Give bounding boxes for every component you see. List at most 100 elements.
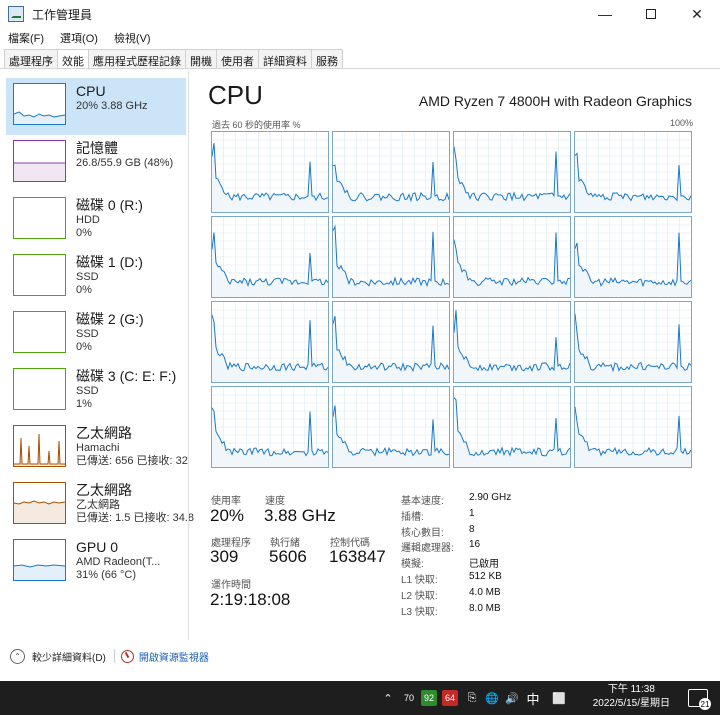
logical-processor-graph <box>332 131 450 213</box>
close-button[interactable]: ✕ <box>674 0 720 28</box>
sidebar-item-ethernet[interactable]: 乙太網路 乙太網路 已傳送: 1.5 已接收: 34.8 <box>6 477 194 534</box>
menu-options[interactable]: 選項(O) <box>52 28 106 48</box>
sidebar-item-line2: 已傳送: 1.5 已接收: 34.8 <box>76 512 194 524</box>
footer-separator <box>113 649 115 663</box>
tab-processes[interactable]: 處理程序 <box>4 49 58 69</box>
ime-mode-icon[interactable]: ⬜ <box>552 690 566 706</box>
sidebar-item-line2: 已傳送: 656 已接收: 32 <box>76 455 188 467</box>
sidebar-item-line1: SSD <box>76 271 99 283</box>
logical-processor-graphs <box>211 131 695 469</box>
spec-label: L2 快取: <box>401 590 438 602</box>
notification-count: 21 <box>699 698 711 710</box>
clock-date: 2022/5/15/星期日 <box>592 698 670 709</box>
sidebar-thumbnail-graph <box>13 254 66 296</box>
maximize-button[interactable] <box>628 0 674 28</box>
spec-value: 512 KB <box>469 571 502 582</box>
sidebar-item-line1: Hamachi <box>76 442 120 454</box>
sidebar-item-text: 乙太網路 Hamachi 已傳送: 656 已接收: 32 <box>76 425 188 468</box>
tab-details[interactable]: 詳細資料 <box>258 49 312 69</box>
logical-processor-graph <box>211 301 329 383</box>
sidebar-item-disk-0[interactable]: 磁碟 0 (R:) HDD 0% <box>6 192 186 249</box>
handles-value: 163847 <box>329 547 386 566</box>
sidebar-item-title: CPU <box>76 83 106 99</box>
sidebar-thumbnail-graph <box>13 368 66 410</box>
spec-label: 邏輯處理器: <box>401 543 454 555</box>
logical-processor-graph <box>574 216 692 298</box>
tray-badge-70[interactable]: 70 <box>401 690 417 706</box>
sidebar-item-line2: 0% <box>76 284 92 296</box>
tab-strip: 處理程序 效能 應用程式歷程記錄 開機 使用者 詳細資料 服務 <box>4 49 343 70</box>
chevron-up-icon[interactable]: ⌃ <box>10 648 25 664</box>
spec-label: L1 快取: <box>401 575 438 586</box>
tab-users[interactable]: 使用者 <box>216 49 259 69</box>
tab-startup[interactable]: 開機 <box>185 49 217 69</box>
sidebar-item-text: CPU 20% 3.88 GHz <box>76 83 148 113</box>
logical-processor-graph <box>574 131 692 213</box>
resource-monitor-icon[interactable] <box>120 649 134 663</box>
menu-view[interactable]: 檢視(V) <box>106 28 159 48</box>
sidebar-item-title: 磁碟 3 (C: E: F:) <box>76 368 177 384</box>
sidebar-thumbnail-graph <box>13 83 66 125</box>
sidebar-thumbnail-graph <box>13 197 66 239</box>
graph-max-label: 100% <box>669 118 693 128</box>
title-bar: 工作管理員 — ✕ <box>0 0 720 28</box>
sidebar-item-line1: SSD <box>76 328 99 340</box>
notification-icon[interactable]: 21 <box>688 689 711 710</box>
footer: ⌃ 較少詳細資料(D) 開啟資源監視器 <box>0 643 720 669</box>
sidebar-item-gpu-0[interactable]: GPU 0 AMD Radeon(T... 31% (66 °C) <box>6 534 186 591</box>
logical-processor-graph <box>574 386 692 468</box>
sidebar-item-text: 磁碟 1 (D:) SSD 0% <box>76 254 143 297</box>
sidebar-item-line2: 31% (66 °C) <box>76 569 137 581</box>
volume-icon[interactable]: 🔊 <box>505 690 519 706</box>
spec-value: 1 <box>469 507 475 519</box>
sidebar-item-title: 磁碟 2 (G:) <box>76 311 144 327</box>
sidebar-thumbnail-graph <box>13 482 66 524</box>
sidebar-item-line2: 0% <box>76 341 92 353</box>
sidebar-item-text: 記憶體 26.8/55.9 GB (48%) <box>76 140 173 170</box>
spec-value: 8 <box>469 523 475 535</box>
graph-caption: 過去 60 秒的使用率 % <box>212 120 301 130</box>
tray-badge-92[interactable]: 92 <box>421 690 437 706</box>
sidebar-item-line2: 1% <box>76 398 92 410</box>
sidebar-thumbnail-graph <box>13 539 66 581</box>
menu-file[interactable]: 檔案(F) <box>0 28 52 48</box>
sidebar-item-ethernet-hamachi[interactable]: 乙太網路 Hamachi 已傳送: 656 已接收: 32 <box>6 420 188 477</box>
spec-value: 2.90 GHz <box>469 492 512 503</box>
tray-badge-64[interactable]: 64 <box>442 690 458 706</box>
pane-divider <box>188 70 189 640</box>
sidebar-item-title: 磁碟 1 (D:) <box>76 254 143 270</box>
fewer-details-link[interactable]: 較少詳細資料(D) <box>32 649 106 664</box>
logical-processor-graph <box>332 386 450 468</box>
sidebar-thumbnail-graph <box>13 311 66 353</box>
open-resource-monitor-link[interactable]: 開啟資源監視器 <box>139 649 209 664</box>
printer-icon[interactable]: ⎘ <box>465 690 479 706</box>
sidebar-item-title: 乙太網路 <box>76 482 132 498</box>
tab-services[interactable]: 服務 <box>311 49 343 69</box>
sidebar-item-line1: AMD Radeon(T... <box>76 556 161 568</box>
ime-indicator[interactable]: 中 <box>525 690 541 707</box>
sidebar-item-text: 磁碟 0 (R:) HDD 0% <box>76 197 143 240</box>
sidebar-item-disk-1[interactable]: 磁碟 1 (D:) SSD 0% <box>6 249 186 306</box>
spec-value: 8.0 MB <box>469 602 501 614</box>
sidebar-item-line1: HDD <box>76 214 100 226</box>
logical-processor-graph <box>453 301 571 383</box>
sidebar-item-memory[interactable]: 記憶體 26.8/55.9 GB (48%) <box>6 135 186 192</box>
window-title: 工作管理員 <box>32 7 93 22</box>
taskbar-clock[interactable]: 下午 11:38 2022/5/15/星期日 <box>593 683 670 711</box>
chevron-up-icon[interactable]: ⌃ <box>382 690 394 706</box>
sidebar-thumbnail-graph <box>13 140 66 182</box>
globe-icon[interactable]: 🌐 <box>485 690 499 706</box>
sidebar-item-title: GPU 0 <box>76 539 119 555</box>
tab-app-history[interactable]: 應用程式歷程記錄 <box>88 49 186 69</box>
tab-performance[interactable]: 效能 <box>57 49 89 70</box>
minimize-button[interactable]: — <box>582 0 628 28</box>
uptime-value: 2:19:18:08 <box>210 590 291 609</box>
sidebar-item-disk-2[interactable]: 磁碟 2 (G:) SSD 0% <box>6 306 186 363</box>
sidebar-item-title: 乙太網路 <box>76 425 132 441</box>
threads-value: 5606 <box>269 547 307 566</box>
sidebar-item-line1: SSD <box>76 385 99 397</box>
sidebar-item-disk-3[interactable]: 磁碟 3 (C: E: F:) SSD 1% <box>6 363 186 420</box>
sidebar-item-cpu[interactable]: CPU 20% 3.88 GHz <box>6 78 186 135</box>
spec-label: 模擬: <box>401 559 424 571</box>
spec-label: 插槽: <box>401 511 424 523</box>
